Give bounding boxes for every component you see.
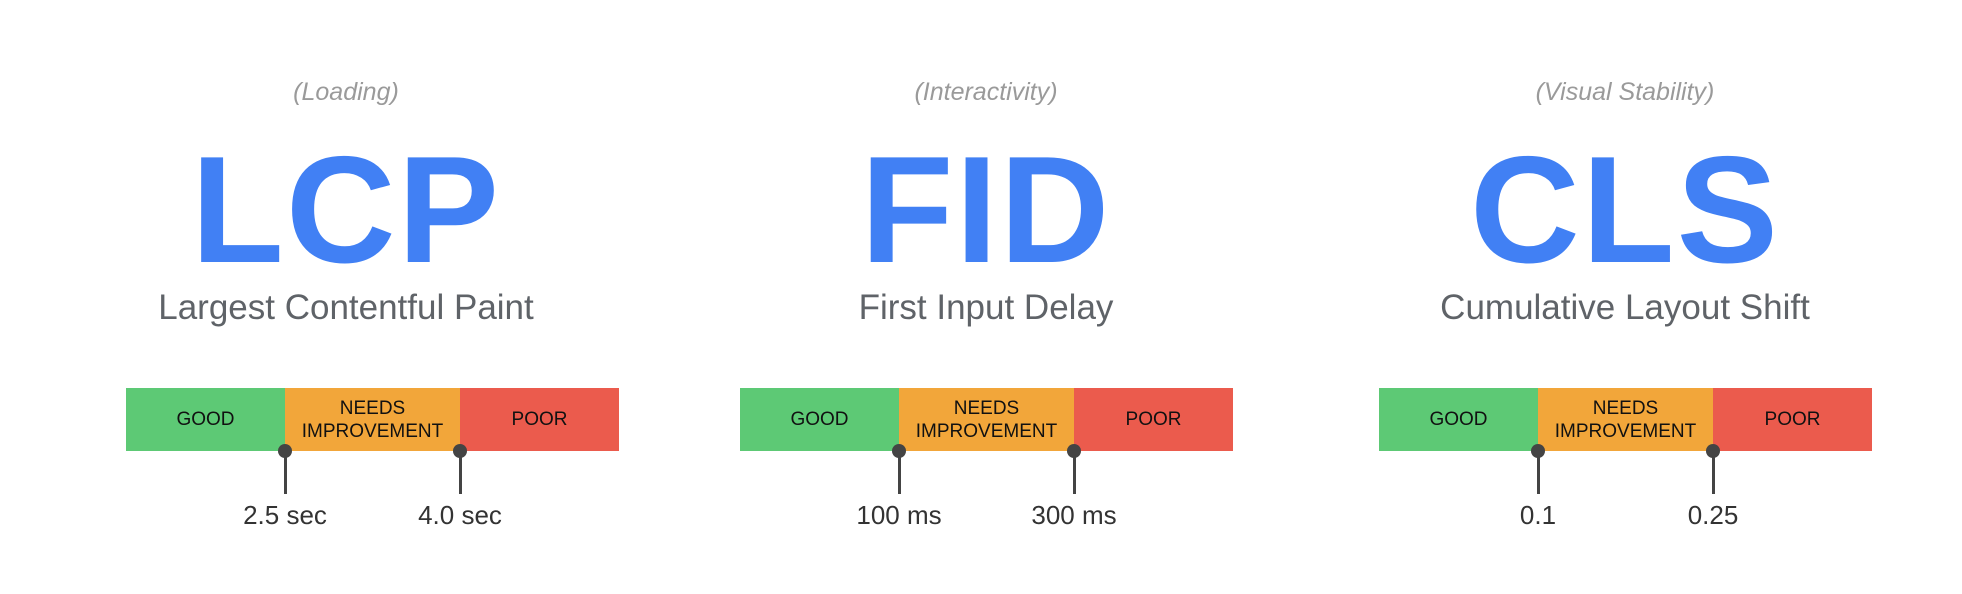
threshold-label: 4.0 sec (418, 500, 502, 530)
metric-category: (Interactivity) (914, 78, 1058, 106)
metric-name: Largest Contentful Paint (158, 288, 534, 327)
threshold-label: 100 ms (856, 500, 942, 530)
band-poor: POOR (1074, 388, 1233, 451)
metric-abbreviation: LCP (191, 125, 501, 295)
band-label: IMPROVEMENT (915, 420, 1058, 442)
metric-abbreviation: FID (860, 125, 1112, 295)
band-poor: POOR (1713, 388, 1872, 451)
band-label: NEEDS (339, 397, 406, 419)
threshold-marker (453, 444, 467, 494)
band-good: GOOD (1379, 388, 1538, 451)
band-needs-improvement: NEEDS IMPROVEMENT (1538, 388, 1713, 451)
threshold-marker (1067, 444, 1081, 494)
threshold-bar: GOOD NEEDS IMPROVEMENT POOR (126, 388, 619, 451)
metric-category: (Loading) (293, 78, 399, 106)
band-needs-improvement: NEEDS IMPROVEMENT (285, 388, 460, 451)
band-poor: POOR (460, 388, 619, 451)
band-needs-improvement: NEEDS IMPROVEMENT (899, 388, 1074, 451)
threshold-marker (892, 444, 906, 494)
threshold-label: 2.5 sec (243, 500, 327, 530)
threshold-bar: GOOD NEEDS IMPROVEMENT POOR (1379, 388, 1872, 451)
threshold-marker (1531, 444, 1545, 494)
metric-category: (Visual Stability) (1535, 78, 1715, 106)
threshold-label: 0.1 (1519, 500, 1557, 530)
threshold-bar: GOOD NEEDS IMPROVEMENT POOR (740, 388, 1233, 451)
threshold-label: 0.25 (1687, 500, 1739, 530)
band-label: IMPROVEMENT (1554, 420, 1697, 442)
band-good: GOOD (740, 388, 899, 451)
band-good: GOOD (126, 388, 285, 451)
threshold-label: 300 ms (1031, 500, 1117, 530)
band-label: NEEDS (953, 397, 1020, 419)
metric-abbreviation: CLS (1470, 125, 1780, 295)
threshold-marker (278, 444, 292, 494)
metric-cls: (Visual Stability) CLS Cumulative Layout… (1305, 0, 1945, 594)
band-label: NEEDS (1592, 397, 1659, 419)
metric-fid: (Interactivity) FID First Input Delay GO… (666, 0, 1306, 594)
threshold-marker (1706, 444, 1720, 494)
metric-name: Cumulative Layout Shift (1440, 288, 1810, 327)
metric-lcp: (Loading) LCP Largest Contentful Paint G… (26, 0, 666, 594)
metric-name: First Input Delay (858, 288, 1114, 327)
band-label: IMPROVEMENT (301, 420, 444, 442)
